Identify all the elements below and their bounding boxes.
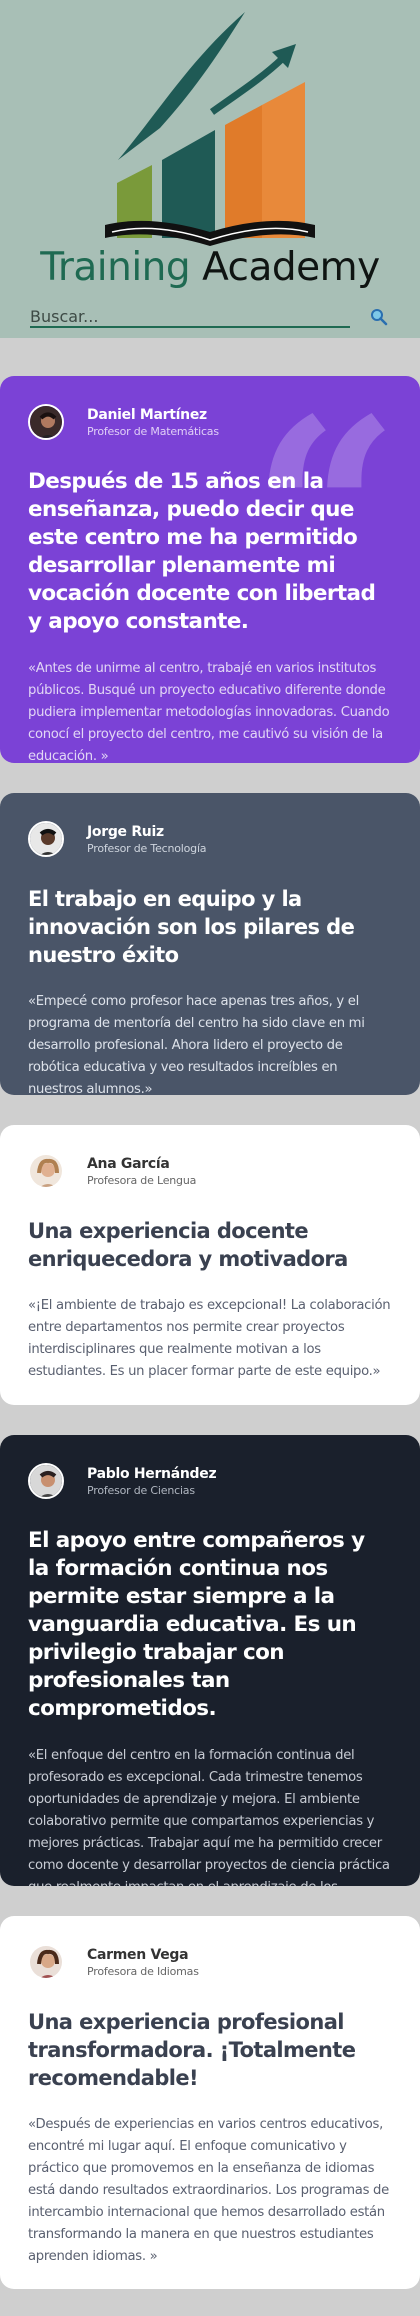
teacher-name: Carmen Vega [87, 1946, 189, 1963]
teacher-info: Ana García Profesora de Lengua [28, 1153, 392, 1189]
testimonial-quote: «¡El ambiente de trabajo es excepcional!… [28, 1298, 391, 1379]
avatar [28, 404, 64, 440]
search-bar [30, 305, 396, 329]
testimonial-quote: «Empecé como profesor hace apenas tres a… [28, 994, 365, 1095]
teacher-name: Ana García [87, 1155, 170, 1172]
teacher-info: Pablo Hernández Profesor de Ciencias [28, 1463, 392, 1499]
testimonial-quote: «Antes de unirme al centro, trabajé en v… [28, 661, 390, 763]
testimonial-headline: Después de 15 años en la enseñanza, pued… [28, 469, 376, 634]
avatar [28, 821, 64, 857]
testimonial-headline: El apoyo entre compañeros y la formación… [28, 1528, 365, 1721]
testimonial-quote: «Después de experiencias en varios centr… [28, 2117, 389, 2264]
teacher-info: Daniel Martínez Profesor de Matemáticas [28, 404, 392, 440]
site-header: Training Academy [0, 0, 420, 338]
testimonial-card: Ana García Profesora de Lengua Una exper… [0, 1125, 420, 1405]
teacher-info: Carmen Vega Profesora de Idiomas [28, 1944, 392, 1980]
teacher-role: Profesor de Tecnología [87, 841, 207, 855]
search-button[interactable] [368, 306, 390, 328]
testimonial-card: Jorge Ruiz Profesor de Tecnología El tra… [0, 793, 420, 1095]
teacher-role: Profesor de Matemáticas [87, 424, 219, 438]
testimonial-quote: «El enfoque del centro en la formación c… [28, 1748, 390, 1886]
brand-name[interactable]: Training Academy [0, 245, 420, 290]
logo-bar-orange [225, 105, 262, 238]
teacher-role: Profesora de Lengua [87, 1173, 197, 1187]
avatar [28, 1153, 64, 1189]
logo-bar-teal [162, 130, 215, 238]
testimonial-headline: Una experiencia docente enriquecedora y … [28, 1219, 348, 1271]
teacher-name: Daniel Martínez [87, 406, 207, 423]
teacher-name: Pablo Hernández [87, 1465, 217, 1482]
testimonial-headline: El trabajo en equipo y la innovación son… [28, 887, 355, 967]
testimonial-headline: Una experiencia profesional transformado… [28, 2010, 356, 2090]
avatar [28, 1944, 64, 1980]
testimonial-card: “ Daniel Martínez Profesor de Matemática… [0, 376, 420, 763]
logo-bar-orange-right [262, 82, 305, 238]
teacher-info: Jorge Ruiz Profesor de Tecnología [28, 821, 392, 857]
brand-word-academy: Academy [202, 245, 380, 290]
teacher-name: Jorge Ruiz [87, 823, 164, 840]
search-input[interactable] [30, 306, 350, 328]
brand-word-training: Training [40, 245, 191, 290]
testimonials-list: “ Daniel Martínez Profesor de Matemática… [0, 338, 420, 2289]
teacher-role: Profesora de Idiomas [87, 1964, 199, 1978]
avatar [28, 1463, 64, 1499]
teacher-role: Profesor de Ciencias [87, 1483, 195, 1497]
testimonial-card: Carmen Vega Profesora de Idiomas Una exp… [0, 1916, 420, 2289]
search-icon [371, 309, 388, 326]
testimonial-card: Pablo Hernández Profesor de Ciencias El … [0, 1435, 420, 1886]
